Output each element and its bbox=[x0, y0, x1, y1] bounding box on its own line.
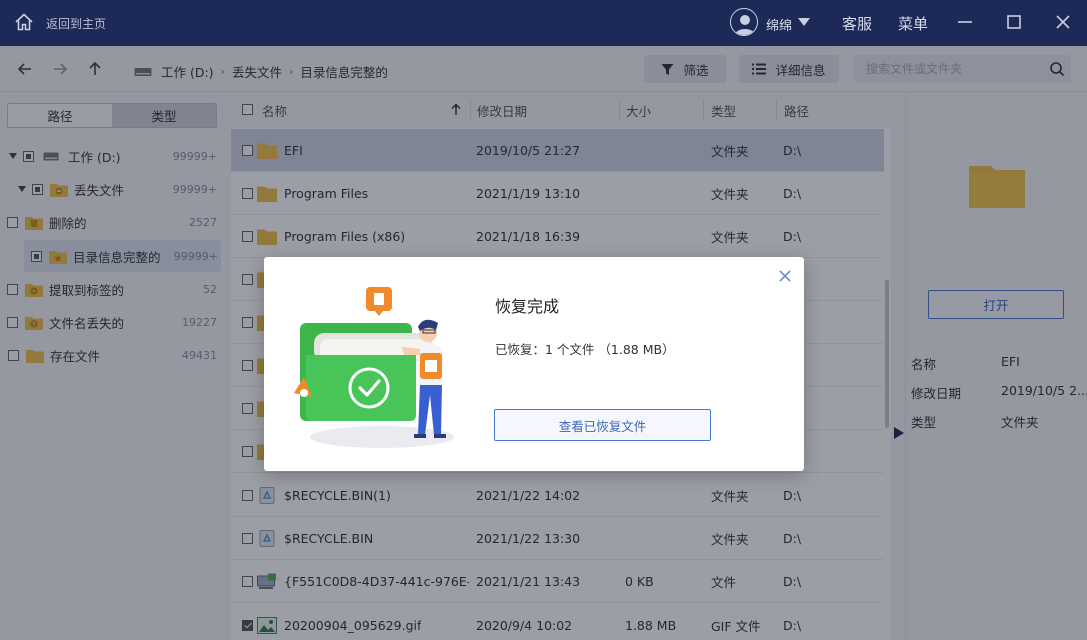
close-icon[interactable] bbox=[1053, 12, 1073, 32]
recovery-success-illustration bbox=[294, 287, 454, 448]
chevron-down-icon[interactable] bbox=[798, 18, 810, 26]
customer-service-button[interactable]: 客服 bbox=[842, 13, 872, 34]
user-avatar[interactable] bbox=[730, 8, 758, 36]
home-icon[interactable] bbox=[14, 12, 34, 32]
close-icon[interactable] bbox=[777, 268, 793, 284]
minimize-icon[interactable] bbox=[955, 12, 975, 32]
back-to-home-link[interactable]: 返回到主页 bbox=[46, 15, 106, 32]
recovery-complete-dialog: 恢复完成 已恢复：1 个文件 （1.88 MB） 查看已恢复文件 bbox=[264, 257, 804, 471]
dialog-message: 已恢复：1 个文件 （1.88 MB） bbox=[495, 342, 675, 357]
menu-button[interactable]: 菜单 bbox=[898, 13, 928, 34]
dialog-title: 恢复完成 bbox=[495, 297, 560, 316]
maximize-icon[interactable] bbox=[1004, 12, 1024, 32]
title-bar: 返回到主页 绵绵 客服 菜单 bbox=[0, 0, 1087, 46]
username[interactable]: 绵绵 bbox=[766, 15, 792, 34]
view-recovered-files-button[interactable]: 查看已恢复文件 bbox=[494, 409, 711, 441]
